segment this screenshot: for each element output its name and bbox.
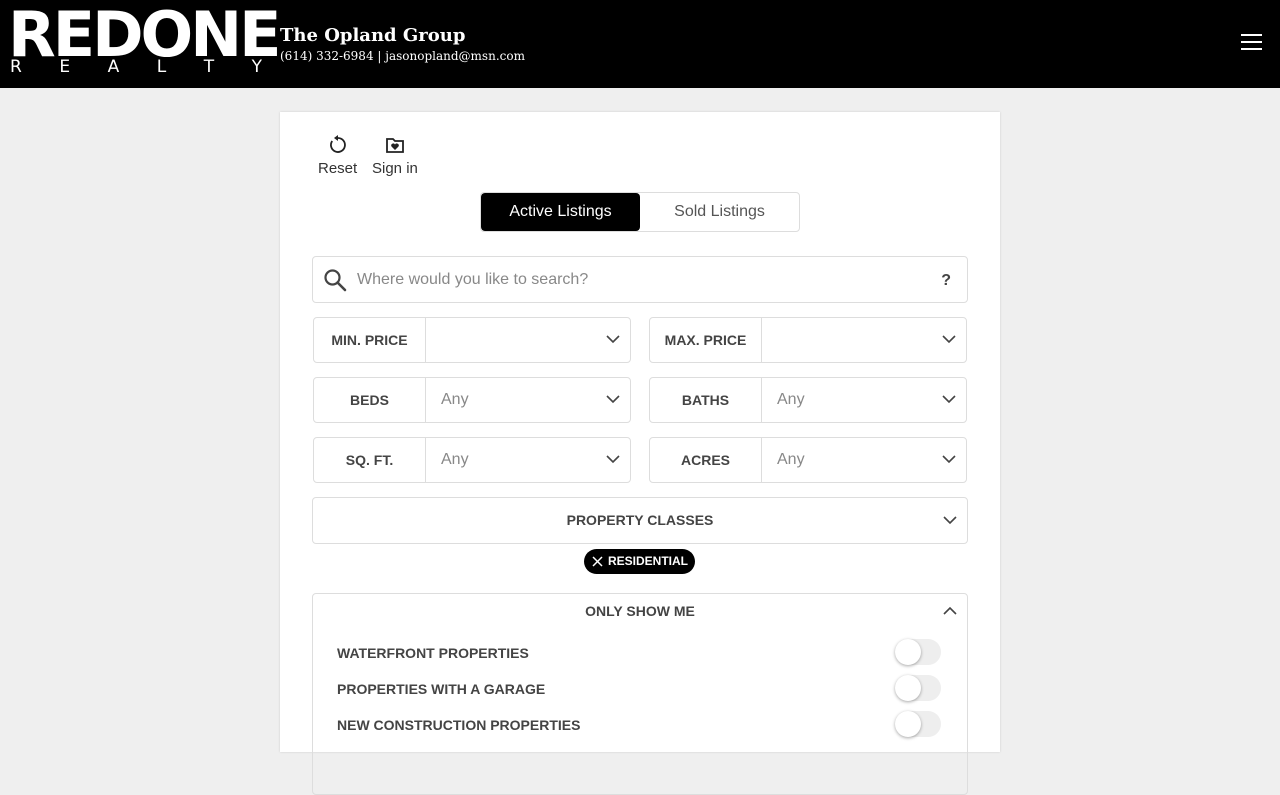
- search-help-button[interactable]: ?: [941, 272, 951, 290]
- beds-select[interactable]: BEDS Any: [313, 377, 631, 423]
- tab-sold-listings[interactable]: Sold Listings: [640, 193, 799, 231]
- sign-in-label: Sign in: [372, 160, 418, 177]
- min-price-select[interactable]: MIN. PRICE: [313, 317, 631, 363]
- residential-chip[interactable]: RESIDENTIAL: [584, 549, 695, 574]
- acres-label: ACRES: [650, 438, 762, 482]
- waterfront-label: WATERFRONT PROPERTIES: [337, 645, 529, 661]
- garage-toggle[interactable]: [895, 675, 941, 701]
- chevron-down-icon: [942, 335, 956, 344]
- beds-value: Any: [441, 391, 469, 408]
- max-price-label: MAX. PRICE: [650, 318, 762, 362]
- baths-value: Any: [777, 391, 805, 408]
- folder-heart-icon: [386, 138, 404, 153]
- chevron-down-icon: [606, 395, 620, 404]
- sign-in-button[interactable]: Sign in: [372, 134, 418, 177]
- close-icon[interactable]: [592, 556, 603, 567]
- search-box: ?: [312, 256, 968, 303]
- chevron-down-icon: [942, 395, 956, 404]
- agent-contact: (614) 332-6984 | jasonopland@msn.com: [280, 49, 525, 63]
- site-header: REDONE R E A L T Y The Opland Group (614…: [0, 0, 1280, 88]
- baths-select[interactable]: BATHS Any: [649, 377, 967, 423]
- acres-value: Any: [777, 451, 805, 468]
- new-construction-label: NEW CONSTRUCTION PROPERTIES: [337, 717, 581, 733]
- chevron-down-icon: [942, 455, 956, 464]
- chevron-down-icon: [606, 455, 620, 464]
- search-icon: [324, 269, 347, 292]
- brand-logo[interactable]: REDONE R E A L T Y: [8, 4, 282, 77]
- search-input[interactable]: [355, 265, 919, 295]
- reset-icon: [329, 135, 346, 153]
- agent-name: The Opland Group: [280, 25, 466, 46]
- chevron-up-icon[interactable]: [943, 606, 957, 616]
- sqft-label: SQ. FT.: [314, 438, 426, 482]
- chevron-down-icon: [606, 335, 620, 344]
- chevron-down-icon: [943, 516, 957, 525]
- reset-label: Reset: [318, 160, 358, 177]
- only-show-me-header[interactable]: ONLY SHOW ME: [313, 594, 967, 629]
- garage-label: PROPERTIES WITH A GARAGE: [337, 681, 546, 697]
- waterfront-toggle[interactable]: [895, 639, 941, 665]
- listing-type-toggle: Active Listings Sold Listings: [480, 192, 800, 232]
- only-show-me-section: ONLY SHOW ME WATERFRONT PROPERTIES PROPE…: [312, 593, 968, 795]
- chip-label: RESIDENTIAL: [608, 554, 689, 568]
- min-price-label: MIN. PRICE: [314, 318, 426, 362]
- reset-button[interactable]: Reset: [318, 134, 357, 177]
- tab-active-listings[interactable]: Active Listings: [481, 193, 640, 231]
- baths-label: BATHS: [650, 378, 762, 422]
- logo-subtitle: R E A L T Y: [10, 57, 262, 77]
- logo-wordmark: REDONE: [8, 0, 282, 71]
- property-classes-label: PROPERTY CLASSES: [566, 512, 714, 528]
- beds-label: BEDS: [314, 378, 426, 422]
- sqft-select[interactable]: SQ. FT. Any: [313, 437, 631, 483]
- max-price-select[interactable]: MAX. PRICE: [649, 317, 967, 363]
- menu-icon[interactable]: [1241, 34, 1262, 54]
- acres-select[interactable]: ACRES Any: [649, 437, 967, 483]
- search-panel: Reset Sign in Active Listings Sold Listi…: [280, 112, 1000, 795]
- sqft-value: Any: [441, 451, 469, 468]
- new-construction-toggle[interactable]: [895, 711, 941, 737]
- property-classes-select[interactable]: PROPERTY CLASSES: [312, 497, 968, 544]
